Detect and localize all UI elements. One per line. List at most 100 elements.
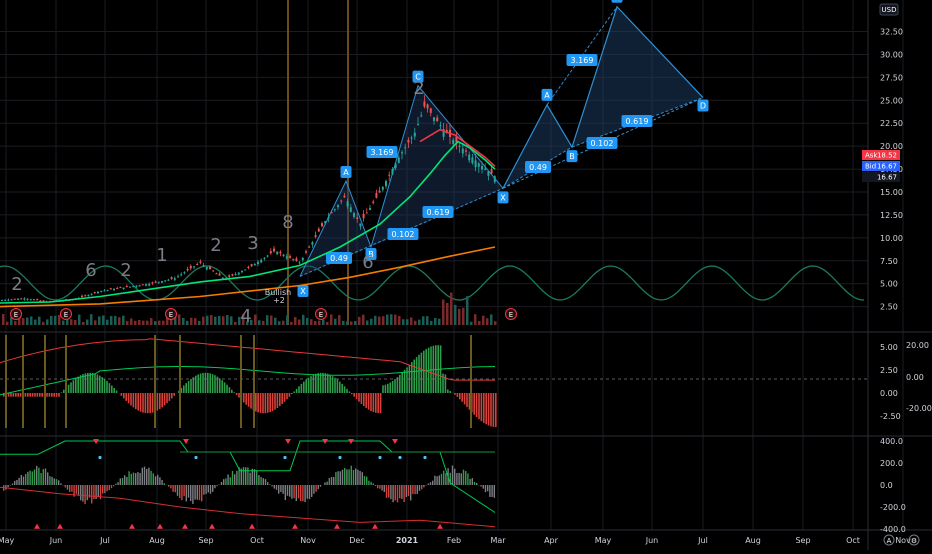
momentum-bar <box>315 374 317 393</box>
volume-bar <box>406 319 409 325</box>
candle-body <box>260 260 262 263</box>
momentum-bar <box>29 393 31 397</box>
volume-bar <box>90 314 93 325</box>
momentum-bar <box>454 393 456 395</box>
candle-body <box>382 187 384 190</box>
oscillator-bar <box>56 479 57 485</box>
oscillator-bar <box>29 471 30 485</box>
wave-count: 6 <box>85 260 96 281</box>
candle-body <box>398 158 400 163</box>
candle-body <box>423 102 425 107</box>
momentum-pane[interactable] <box>0 335 868 428</box>
momentum-bar <box>104 379 106 393</box>
oscillator-bar <box>342 470 343 485</box>
volume-bar <box>194 318 197 325</box>
momentum-bar <box>296 389 298 393</box>
volume-bar <box>190 318 193 325</box>
oscillator-bar <box>27 472 28 485</box>
momentum-bar <box>75 378 77 393</box>
oscillator-bar <box>412 485 413 494</box>
candle-body <box>123 288 125 289</box>
chart-svg[interactable]: XABCD0.490.1023.1690.619ABCX3.1690.490.1… <box>0 0 932 550</box>
volume-bar <box>270 316 273 325</box>
momentum-bar <box>61 392 63 393</box>
momentum-bar <box>329 375 331 393</box>
candle-body <box>183 272 185 273</box>
oscillator-bar <box>36 466 37 485</box>
oscillator-bar <box>157 475 158 485</box>
volume-bar <box>366 321 369 325</box>
earnings-letter: E <box>319 311 323 319</box>
price-pane[interactable]: XABCD0.490.1023.1690.619ABCX3.1690.490.1… <box>0 0 864 327</box>
momentum-bar <box>485 393 487 424</box>
volume-bar <box>342 321 345 325</box>
candle-body <box>81 296 83 297</box>
momentum-bar <box>248 393 250 407</box>
volume-bar <box>6 322 9 325</box>
volume-bar <box>42 322 45 325</box>
volume-bar <box>414 321 417 325</box>
oscillator-bar <box>293 485 294 498</box>
candle-body <box>254 264 256 265</box>
oscillator-bar <box>122 478 123 485</box>
oscillator-up-arrow <box>157 524 163 529</box>
oscillator-bar <box>247 467 248 485</box>
candle-body <box>7 300 9 301</box>
auto-scale-letter: A <box>887 537 892 545</box>
momentum-bar <box>37 393 39 397</box>
oscillator-bar <box>236 471 237 485</box>
volume-bar <box>398 316 401 325</box>
oscillator-down-arrow <box>183 439 189 444</box>
candle-body <box>193 266 195 267</box>
momentum-bar <box>109 383 111 393</box>
volume-bar <box>298 320 301 325</box>
candle-body <box>177 276 179 277</box>
oscillator-bar <box>384 485 385 492</box>
candle-body <box>126 286 128 287</box>
oscillator-up-arrow <box>249 524 255 529</box>
oscillator-bar <box>120 478 121 485</box>
candle-body <box>119 287 121 288</box>
candle-body <box>270 251 272 253</box>
candle-body <box>363 214 365 218</box>
momentum-bar <box>133 393 135 407</box>
oscillator-bar <box>285 485 286 500</box>
candle-body <box>407 140 409 143</box>
oscillator-bar <box>181 485 182 500</box>
volume-bar <box>262 321 265 325</box>
momentum-secondary-tick: 0.00 <box>906 373 924 382</box>
oscillator-down-arrow <box>392 439 398 444</box>
oscillator-pane[interactable] <box>0 439 495 529</box>
price-tick-label: 25.00 <box>880 96 903 105</box>
harmonic-point-a: A <box>544 91 550 100</box>
candle-body <box>395 163 397 168</box>
momentum-bar <box>389 383 391 393</box>
oscillator-bar <box>7 485 8 487</box>
candle-body <box>347 201 349 206</box>
oscillator-bar <box>65 485 66 487</box>
oscillator-bar <box>320 485 321 487</box>
volume-bar <box>86 319 89 325</box>
volume-bar <box>306 318 309 325</box>
volume-bar <box>34 320 37 325</box>
candle-body <box>465 150 467 151</box>
oscillator-bar <box>480 485 481 487</box>
momentum-bar <box>257 393 259 412</box>
volume-bar <box>38 317 41 325</box>
wave-count: 2 <box>413 78 424 99</box>
volume-bar <box>178 314 181 325</box>
oscillator-bar <box>269 484 270 485</box>
momentum-bar <box>413 360 415 393</box>
oscillator-bar <box>359 471 360 485</box>
price-tick-label: 5.00 <box>880 280 898 289</box>
oscillator-bar <box>223 479 224 485</box>
momentum-bar <box>459 393 461 399</box>
volume-bar <box>350 321 353 325</box>
momentum-bar <box>262 393 264 413</box>
oscillator-bar <box>76 485 77 494</box>
oscillator-bar <box>421 485 422 489</box>
volume-bar <box>482 316 485 325</box>
wave-count: 6 <box>362 252 373 273</box>
month-label: Sep <box>795 536 810 545</box>
oscillator-bar <box>377 485 378 488</box>
